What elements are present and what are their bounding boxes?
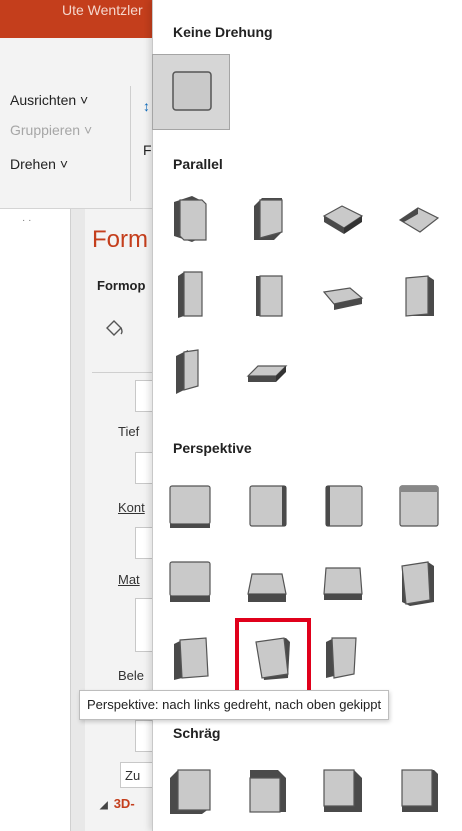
shape-preview-icon — [176, 349, 199, 394]
divider — [92, 372, 152, 373]
shape-preview-icon — [178, 271, 203, 318]
shape-preview-icon — [249, 485, 287, 527]
shape-preview-icon — [398, 207, 440, 233]
contour-label: Kont — [118, 500, 145, 515]
preset-parallel-1[interactable] — [152, 182, 230, 258]
preset-parallel-6[interactable] — [228, 258, 306, 334]
preset-oblique-2[interactable] — [228, 752, 306, 828]
preset-perspective-11[interactable] — [304, 620, 382, 696]
user-name[interactable]: Ute Wentzler — [62, 2, 143, 18]
preset-parallel-8[interactable] — [380, 258, 458, 334]
preset-oblique-4[interactable] — [380, 752, 458, 828]
shape-preview-icon — [405, 275, 434, 317]
depth-label: Tief — [118, 424, 140, 439]
paint-bucket-icon[interactable] — [104, 318, 124, 340]
preset-parallel-4[interactable] — [380, 182, 458, 258]
shape-preview-icon — [401, 769, 438, 812]
preset-perspective-9[interactable] — [152, 620, 230, 696]
lighting-label: Bele — [118, 668, 145, 683]
ribbon-divider — [130, 86, 131, 201]
preset-tooltip: Perspektive: nach links gedreht, nach ob… — [79, 690, 390, 720]
shape-preview-icon — [254, 198, 283, 240]
preset-perspective-8[interactable] — [380, 546, 458, 622]
preset-oblique-1[interactable] — [152, 752, 230, 828]
material-label: Mat — [118, 572, 140, 587]
align-button[interactable]: Ausrichten ˅ — [10, 92, 88, 108]
chevron-down-icon: ˅ — [59, 156, 68, 172]
preset-parallel-7[interactable] — [304, 258, 382, 334]
group-button[interactable]: Gruppieren ˅ — [10, 122, 92, 138]
shape-preview-icon — [323, 769, 362, 812]
reset-button[interactable]: Zu — [120, 762, 152, 788]
format-options-label: Formop — [97, 278, 146, 293]
shape-preview-icon — [169, 485, 211, 528]
preset-perspective-1[interactable] — [152, 470, 230, 546]
ruler-mark: · · — [22, 215, 32, 226]
format-pane-title: Form — [92, 226, 148, 253]
shape-preview-icon — [325, 485, 363, 527]
shape-preview-icon — [170, 769, 211, 814]
preset-parallel-2[interactable] — [228, 182, 306, 258]
height-icon[interactable]: ↕ — [143, 98, 150, 114]
preset-perspective-7[interactable] — [304, 546, 382, 622]
preset-perspective-4[interactable] — [380, 470, 458, 546]
section-heading-parallel: Parallel — [173, 156, 223, 172]
shape-preview-icon — [322, 287, 364, 310]
section-heading-perspective: Perspektive — [173, 440, 252, 456]
preset-oblique-3[interactable] — [304, 752, 382, 828]
shape-preview-icon — [326, 637, 357, 679]
shape-preview-icon — [247, 573, 287, 602]
shape-preview-icon — [323, 567, 363, 600]
chevron-down-icon: ˅ — [80, 92, 89, 108]
preset-parallel-10[interactable] — [228, 334, 306, 410]
section-heading-no-rotation: Keine Drehung — [173, 24, 273, 40]
collapse-triangle-icon: ◢ — [100, 800, 108, 811]
shape-preview-icon — [401, 561, 434, 606]
size-label-fragment: F — [143, 142, 152, 158]
slide-area — [0, 209, 70, 831]
shape-preview-icon — [256, 275, 283, 317]
preset-no-rotation[interactable] — [152, 54, 230, 130]
shape-preview-icon — [169, 561, 211, 602]
rotate-button[interactable]: Drehen ˅ — [10, 156, 68, 172]
shape-preview-icon — [249, 770, 286, 813]
section-3d-rotation[interactable]: ◢ 3D- — [100, 796, 135, 811]
shape-preview-icon — [322, 205, 364, 234]
section-heading-oblique: Schräg — [173, 725, 221, 741]
selected-preset-highlight — [235, 618, 311, 695]
chevron-down-icon: ˅ — [83, 122, 93, 138]
preset-perspective-5[interactable] — [152, 546, 230, 622]
shape-preview-icon — [174, 196, 207, 242]
preset-parallel-3[interactable] — [304, 182, 382, 258]
shape-preview-icon — [246, 365, 288, 382]
preset-parallel-9[interactable] — [152, 334, 230, 410]
shape-preview-icon — [172, 71, 212, 111]
preset-perspective-6[interactable] — [228, 546, 306, 622]
preset-perspective-2[interactable] — [228, 470, 306, 546]
vertical-ruler — [70, 209, 85, 831]
preset-perspective-3[interactable] — [304, 470, 382, 546]
shape-preview-icon — [399, 485, 439, 527]
preset-parallel-5[interactable] — [152, 258, 230, 334]
shape-preview-icon — [174, 637, 209, 680]
